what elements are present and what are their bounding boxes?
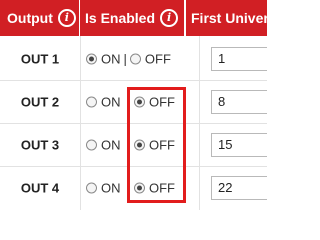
first-universe-input[interactable] — [211, 89, 267, 114]
on-label[interactable]: ON — [101, 180, 121, 195]
info-icon[interactable]: i — [57, 9, 76, 27]
off-label[interactable]: OFF — [149, 137, 175, 152]
off-radio[interactable] — [129, 53, 141, 64]
table-row-out-4: OUT 4 ON OFF — [0, 166, 267, 209]
first-universe-input[interactable] — [211, 175, 267, 200]
header-first-universe: First Univer — [186, 0, 267, 36]
header-is-enabled: Is Enabled i — [80, 0, 184, 36]
header-output-label: Output — [7, 10, 53, 26]
output-label: OUT 2 — [20, 94, 60, 109]
off-radio[interactable] — [134, 182, 145, 193]
on-radio[interactable] — [86, 96, 97, 107]
first-universe-input[interactable] — [211, 132, 267, 157]
output-label: OUT 4 — [20, 180, 60, 195]
header-output: Output i — [0, 0, 79, 36]
enabled-radio-group: ON — [86, 180, 121, 195]
header-is-enabled-label: Is Enabled — [85, 10, 156, 26]
enabled-radio-group: OFF — [134, 180, 175, 195]
off-label[interactable]: OFF — [145, 51, 171, 66]
table-row-out-3: OUT 3 ON OFF — [0, 123, 267, 166]
on-radio[interactable] — [86, 53, 97, 64]
off-label[interactable]: OFF — [149, 94, 175, 109]
outputs-table: Output i Is Enabled i First Univer OUT 1… — [0, 0, 267, 210]
off-radio[interactable] — [134, 139, 145, 150]
table-row-out-2: OUT 2 ON OFF — [0, 80, 267, 123]
output-label: OUT 1 — [20, 51, 60, 66]
enabled-radio-group: ON — [86, 94, 121, 109]
on-label[interactable]: ON — [101, 51, 121, 66]
enabled-radio-group: ON | OFF — [86, 51, 171, 66]
off-label[interactable]: OFF — [149, 180, 175, 195]
header-first-universe-label: First Univer — [191, 10, 267, 26]
info-icon[interactable]: i — [160, 9, 179, 27]
first-universe-input[interactable] — [211, 46, 267, 71]
enabled-radio-group: ON — [86, 137, 121, 152]
output-label: OUT 3 — [20, 137, 60, 152]
on-radio[interactable] — [86, 139, 97, 150]
radio-separator: | — [123, 51, 127, 66]
enabled-radio-group: OFF — [134, 94, 175, 109]
enabled-radio-group: OFF — [134, 137, 175, 152]
table-row-out-1: OUT 1 ON | OFF — [0, 37, 267, 80]
on-radio[interactable] — [86, 182, 97, 193]
on-label[interactable]: ON — [101, 137, 121, 152]
off-radio[interactable] — [134, 96, 145, 107]
on-label[interactable]: ON — [101, 94, 121, 109]
